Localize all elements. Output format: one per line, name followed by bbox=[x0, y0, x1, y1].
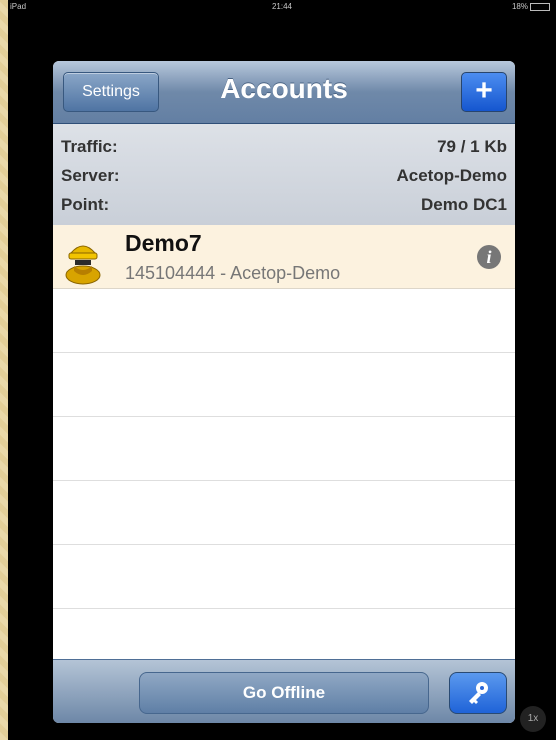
traffic-row: Traffic: 79 / 1 Kb bbox=[61, 136, 507, 156]
empty-row bbox=[53, 289, 515, 353]
clock: 21:44 bbox=[271, 2, 293, 11]
zoom-indicator[interactable]: 1x bbox=[520, 706, 546, 732]
status-bar: iPad 21:44 18% bbox=[8, 0, 556, 18]
go-offline-button[interactable]: Go Offline bbox=[139, 672, 429, 714]
screen: iPad 21:44 18% Settings Accounts + Traff… bbox=[0, 0, 556, 740]
empty-row bbox=[53, 417, 515, 481]
bottom-toolbar: Go Offline bbox=[53, 659, 515, 723]
key-icon bbox=[469, 682, 488, 704]
key-button[interactable] bbox=[449, 672, 507, 714]
account-name: Demo7 bbox=[125, 230, 202, 256]
account-detail: 145104444 - Acetop-Demo bbox=[125, 263, 341, 283]
empty-row bbox=[53, 481, 515, 545]
add-account-button[interactable]: + bbox=[461, 72, 507, 112]
navigation-bar: Settings Accounts + bbox=[53, 61, 515, 124]
info-icon[interactable]: i bbox=[477, 245, 501, 269]
ipad-frame: iPad 21:44 18% Settings Accounts + Traff… bbox=[8, 0, 556, 740]
server-row: Server: Acetop-Demo bbox=[61, 165, 507, 185]
accounts-list: Demo7 145104444 - Acetop-Demo i bbox=[53, 225, 515, 660]
account-row-demo7[interactable]: Demo7 145104444 - Acetop-Demo i bbox=[53, 225, 515, 289]
page-title: Accounts bbox=[220, 73, 348, 104]
battery-icon bbox=[530, 2, 550, 11]
point-row: Point: Demo DC1 bbox=[61, 194, 507, 214]
empty-row bbox=[53, 353, 515, 417]
connection-info-panel: Traffic: 79 / 1 Kb Server: Acetop-Demo Poi… bbox=[53, 124, 515, 226]
battery-indicator: 18% bbox=[512, 2, 550, 11]
empty-row bbox=[53, 545, 515, 609]
spy-avatar-icon bbox=[65, 245, 101, 285]
accounts-popover: Settings Accounts + Traffic: 79 / 1 Kb Se… bbox=[53, 61, 515, 723]
